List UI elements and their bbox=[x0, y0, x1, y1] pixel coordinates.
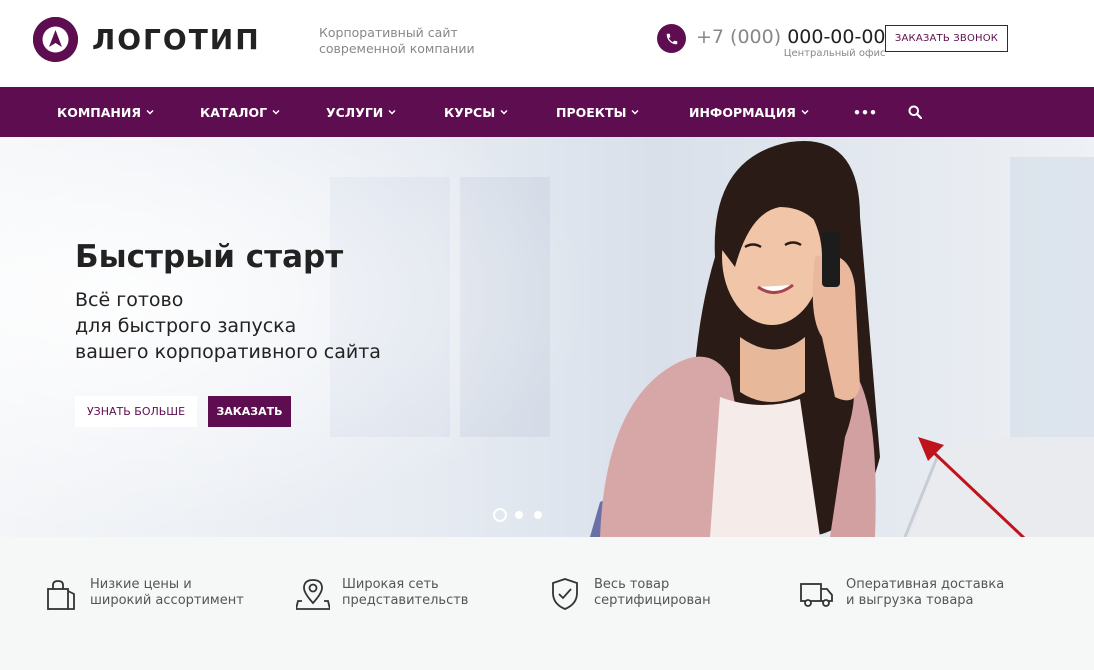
nav-item-label: КУРСЫ bbox=[444, 104, 496, 120]
phone-icon bbox=[657, 24, 686, 53]
nav-item-label: КАТАЛОГ bbox=[200, 104, 268, 120]
slogan-line-1: Корпоративный сайт bbox=[319, 25, 458, 40]
feature-item: Низкие цены и широкий ассортимент bbox=[44, 577, 244, 611]
slider-dot[interactable] bbox=[534, 511, 542, 519]
nav-item-label: ПРОЕКТЫ bbox=[556, 104, 627, 120]
logo[interactable]: ЛОГОТИП bbox=[33, 17, 261, 62]
slider-dot-active[interactable] bbox=[493, 508, 507, 522]
chevron-down-icon bbox=[388, 109, 396, 115]
learn-more-button[interactable]: УЗНАТЬ БОЛЬШЕ bbox=[75, 396, 197, 427]
feature-line-1: Весь товар bbox=[594, 577, 670, 592]
features-strip: Низкие цены и широкий ассортимент Широка… bbox=[0, 537, 1094, 670]
phone-digits: 000-00-00 bbox=[787, 26, 886, 48]
nav-item-courses[interactable]: КУРСЫ bbox=[444, 87, 508, 137]
nav-item-label: ИНФОРМАЦИЯ bbox=[689, 104, 796, 120]
hero-subtitle-line-1: Всё готово bbox=[75, 289, 184, 311]
chevron-down-icon bbox=[500, 109, 508, 115]
hero-subtitle: Всё готово для быстрого запуска вашего к… bbox=[75, 287, 405, 365]
slider-dot[interactable] bbox=[515, 511, 523, 519]
nav-item-catalog[interactable]: КАТАЛОГ bbox=[200, 87, 280, 137]
phone-block: +7 (000) 000-00-00 Центральный офис bbox=[657, 24, 886, 59]
slider-dots bbox=[493, 508, 553, 522]
site-header: ЛОГОТИП Корпоративный сайт современной к… bbox=[0, 0, 1094, 87]
main-nav: КОМПАНИЯ КАТАЛОГ УСЛУГИ КУРСЫ ПРОЕКТЫ ИН… bbox=[0, 87, 1094, 137]
feature-line-1: Низкие цены и bbox=[90, 577, 192, 592]
phone-number[interactable]: +7 (000) 000-00-00 bbox=[696, 24, 886, 50]
feature-line-1: Широкая сеть bbox=[342, 577, 439, 592]
logo-text: ЛОГОТИП bbox=[92, 23, 261, 56]
hero-subtitle-line-2: для быстрого запуска bbox=[75, 315, 297, 337]
truck-icon bbox=[800, 577, 834, 611]
hero-title: Быстрый старт bbox=[75, 239, 344, 275]
slogan-line-2: современной компании bbox=[319, 41, 475, 56]
feature-item: Широкая сеть представительств bbox=[296, 577, 468, 611]
hero-subtitle-line-3: вашего корпоративного сайта bbox=[75, 341, 381, 363]
nav-item-projects[interactable]: ПРОЕКТЫ bbox=[556, 87, 640, 137]
shield-check-icon bbox=[548, 577, 582, 611]
chevron-down-icon bbox=[272, 109, 280, 115]
shopping-bag-icon bbox=[44, 577, 78, 611]
feature-line-2: широкий ассортимент bbox=[90, 593, 244, 608]
chevron-down-icon bbox=[631, 109, 640, 115]
hero-slider: Быстрый старт Всё готово для быстрого за… bbox=[0, 137, 1094, 537]
chevron-down-icon bbox=[146, 109, 154, 115]
nav-item-company[interactable]: КОМПАНИЯ bbox=[57, 87, 154, 137]
feature-item: Оперативная доставка и выгрузка товара bbox=[800, 577, 1004, 611]
feature-line-2: сертифицирован bbox=[594, 593, 711, 608]
nav-item-services[interactable]: УСЛУГИ bbox=[326, 87, 396, 137]
callback-button[interactable]: ЗАКАЗАТЬ ЗВОНОК bbox=[885, 25, 1008, 52]
nav-item-label: УСЛУГИ bbox=[326, 104, 384, 120]
nav-more-button[interactable]: ••• bbox=[853, 87, 877, 137]
order-button[interactable]: ЗАКАЗАТЬ bbox=[208, 396, 291, 427]
logo-mark-icon bbox=[33, 17, 78, 62]
chevron-down-icon bbox=[801, 109, 809, 115]
feature-line-2: и выгрузка товара bbox=[846, 593, 974, 608]
nav-item-information[interactable]: ИНФОРМАЦИЯ bbox=[689, 87, 809, 137]
site-slogan: Корпоративный сайт современной компании bbox=[319, 25, 499, 57]
nav-item-label: КОМПАНИЯ bbox=[57, 104, 141, 120]
feature-item: Весь товар сертифицирован bbox=[548, 577, 711, 611]
feature-line-2: представительств bbox=[342, 593, 469, 608]
map-pin-icon bbox=[296, 577, 330, 611]
feature-line-1: Оперативная доставка bbox=[846, 577, 1005, 592]
phone-prefix: +7 (000) bbox=[696, 26, 782, 48]
search-icon[interactable] bbox=[908, 87, 922, 137]
annotation-arrow-icon bbox=[918, 437, 1026, 537]
